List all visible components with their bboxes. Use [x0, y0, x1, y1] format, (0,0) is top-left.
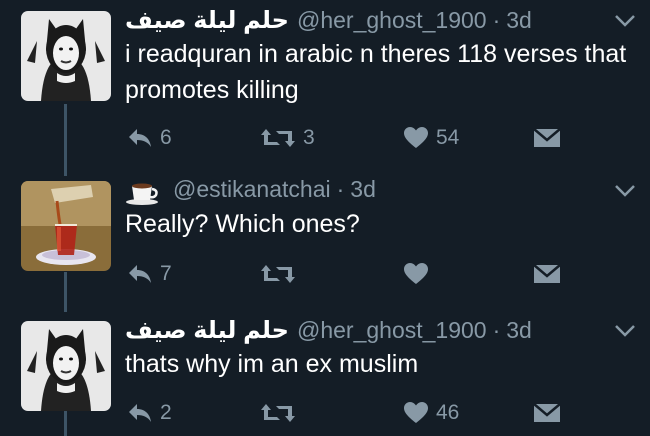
avatar[interactable] [21, 181, 111, 271]
coffee-cup-emoji[interactable] [125, 180, 161, 206]
display-name[interactable]: حلم ليلة صيف [125, 316, 289, 345]
reply-button[interactable]: 2 [127, 398, 172, 428]
tweet-actions: 2 46 [125, 398, 625, 428]
chevron-down-icon[interactable] [614, 184, 636, 198]
tweet-header: @estikanatchai · 3d [125, 176, 610, 210]
tweet-header: حلم ليلة صيف @her_ghost_1900 · 3d [125, 6, 610, 40]
like-button[interactable]: 46 [403, 398, 459, 428]
tweet-actions: 7 [125, 259, 625, 289]
reply-count: 2 [160, 401, 172, 424]
chevron-down-icon[interactable] [614, 324, 636, 338]
tweet[interactable]: حلم ليلة صيف @her_ghost_1900 · 3d i read… [0, 0, 650, 170]
direct-message-button[interactable] [533, 123, 561, 153]
like-count: 46 [436, 401, 460, 424]
direct-message-icon [533, 403, 561, 422]
user-handle[interactable]: @her_ghost_1900 [297, 317, 487, 344]
tweet-actions: 6 3 54 [125, 123, 625, 153]
like-button[interactable]: 54 [403, 123, 459, 153]
direct-message-button[interactable] [533, 398, 561, 428]
tweet-text: Really? Which ones? [125, 210, 360, 238]
heart-icon [404, 127, 428, 148]
timestamp[interactable]: 3d [506, 7, 532, 34]
woman-cat-ears-portrait-image [21, 11, 111, 101]
heart-icon [404, 263, 428, 284]
tweet[interactable]: @estikanatchai · 3d Really? Which ones? … [0, 170, 650, 310]
reply-count: 7 [160, 262, 172, 285]
tea-glass-photo-image [21, 181, 111, 271]
retweet-button[interactable] [260, 398, 303, 428]
retweet-icon [261, 129, 295, 147]
retweet-button[interactable] [260, 259, 303, 289]
direct-message-icon [533, 128, 561, 147]
separator-dot: · [492, 317, 501, 343]
user-handle[interactable]: @her_ghost_1900 [297, 7, 487, 34]
reply-button[interactable]: 6 [127, 123, 172, 153]
timestamp[interactable]: 3d [350, 176, 376, 203]
retweet-button[interactable]: 3 [260, 123, 315, 153]
avatar[interactable] [21, 11, 111, 101]
heart-icon [404, 402, 428, 423]
conversation-thread: حلم ليلة صيف @her_ghost_1900 · 3d i read… [0, 0, 650, 436]
chevron-down-icon[interactable] [614, 14, 636, 28]
tweet-text: thats why im an ex muslim [125, 350, 419, 378]
retweet-icon [261, 404, 295, 422]
separator-dot: · [492, 7, 501, 33]
coffee-cup-icon [126, 183, 158, 205]
reply-icon [129, 404, 151, 422]
tweet-header: حلم ليلة صيف @her_ghost_1900 · 3d [125, 316, 610, 350]
like-button[interactable] [403, 259, 436, 289]
tweet-text: i readquran in arabic n theres 118 verse… [125, 40, 627, 104]
reply-icon [129, 129, 151, 147]
separator-dot: · [336, 176, 345, 202]
direct-message-button[interactable] [533, 259, 561, 289]
reply-button[interactable]: 7 [127, 259, 172, 289]
reply-icon [129, 265, 151, 283]
tweet[interactable]: حلم ليلة صيف @her_ghost_1900 · 3d thats … [0, 310, 650, 436]
avatar[interactable] [21, 321, 111, 411]
user-handle[interactable]: @estikanatchai [173, 176, 331, 203]
display-name[interactable]: حلم ليلة صيف [125, 6, 289, 35]
retweet-count: 3 [303, 126, 315, 149]
direct-message-icon [533, 264, 561, 283]
retweet-icon [261, 265, 295, 283]
reply-count: 6 [160, 126, 172, 149]
like-count: 54 [436, 126, 460, 149]
woman-cat-ears-portrait-image [21, 321, 111, 411]
timestamp[interactable]: 3d [506, 317, 532, 344]
